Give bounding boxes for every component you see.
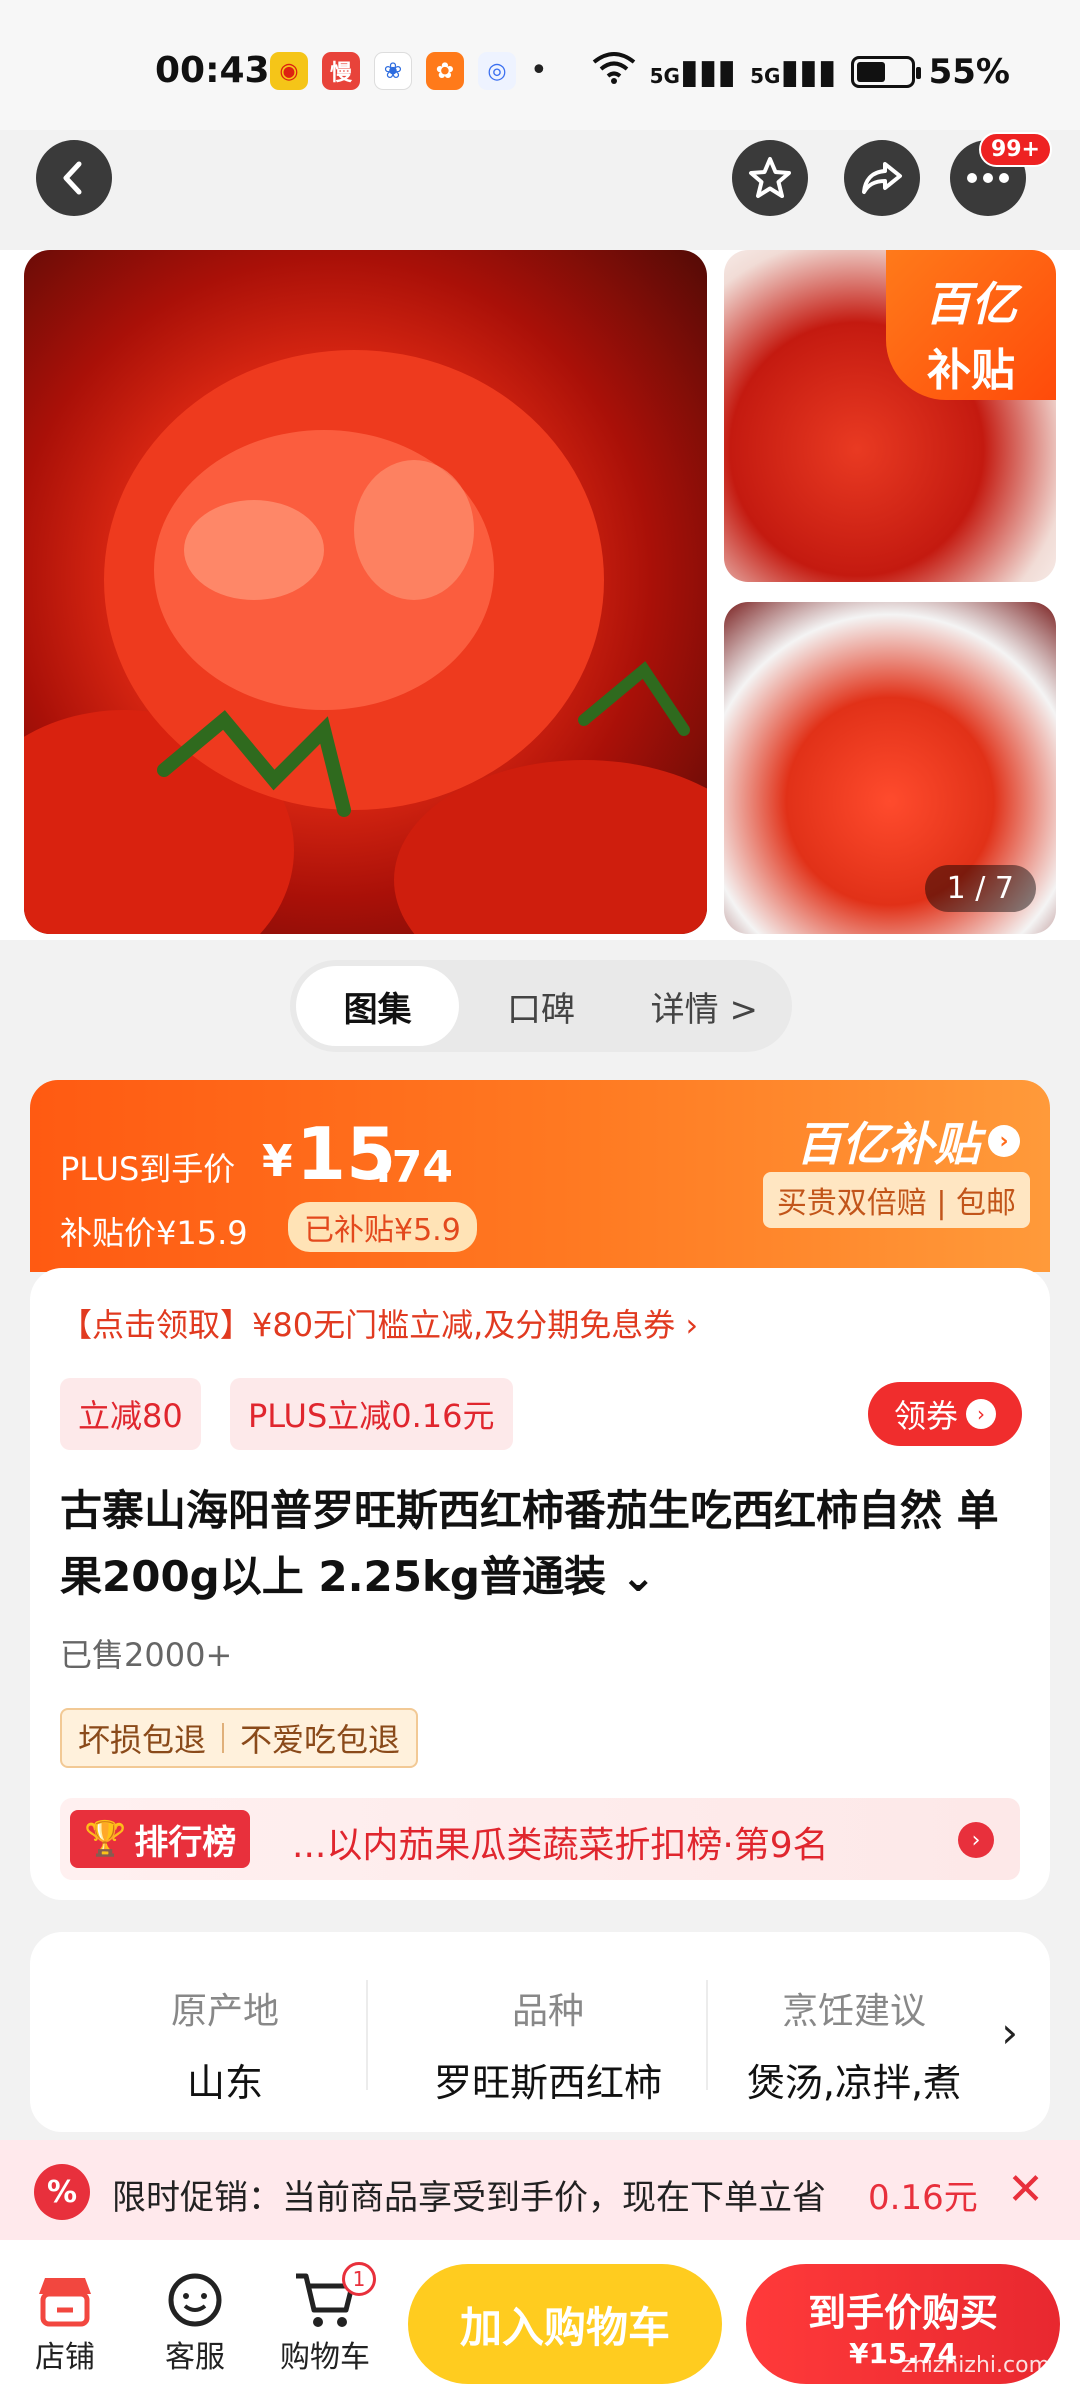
back-button[interactable]	[36, 140, 112, 216]
currency-symbol: ¥	[262, 1136, 293, 1187]
get-coupon-label: 领券	[893, 1397, 958, 1435]
attr-variety-key: 品种	[511, 1991, 584, 2032]
buy-now-button[interactable]: 到手价购买 ¥15.74 zhizhizhi.com	[746, 2264, 1060, 2384]
chevron-right-icon: ›	[988, 1125, 1020, 1157]
cart-icon: 1	[270, 2262, 380, 2332]
billion-subsidy-logo: 百亿补贴	[796, 1117, 980, 1171]
store-icon	[10, 2268, 120, 2332]
slow-app-icon: 慢	[322, 52, 360, 90]
signal-5g-icon: 5G▮▮▮	[649, 51, 737, 92]
subsidy-price: 补贴价¥15.9	[60, 1214, 248, 1252]
more-button[interactable]: 99+	[950, 132, 1052, 216]
attr-cooking: 烹饪建议 煲汤,凉拌,煮	[730, 1982, 978, 2107]
plus-price-decimal: .74	[375, 1142, 453, 1193]
content-tabs: 图集 口碑 详情 >	[290, 960, 792, 1052]
chevron-left-icon	[63, 161, 82, 195]
divider	[366, 1980, 368, 2090]
discount-chip: 立减80	[60, 1378, 201, 1450]
notification-badge: 99+	[978, 132, 1052, 167]
claim-coupon-link[interactable]: 【点击领取】¥80无门槛立减,及分期免息券 ›	[60, 1300, 698, 1346]
chevron-right-icon: ›	[958, 1822, 994, 1858]
shop-label: 店铺	[35, 2340, 95, 2375]
tab-reviews[interactable]: 口碑	[459, 966, 622, 1046]
attr-origin-value: 山东	[186, 2061, 263, 2105]
wifi-icon	[592, 50, 636, 93]
image-counter: 1 / 7	[924, 865, 1036, 912]
bottom-action-bar: 店铺 客服 1 购物车 加入购物车 到手价购买 ¥15.74 zhizhizhi…	[0, 2240, 1080, 2400]
attr-variety: 品种 罗旺斯西红柿	[398, 1982, 698, 2107]
ranking-text: ...以内茄果瓜类蔬菜折扣榜·第9名	[292, 1825, 829, 1866]
promo-text: 限时促销：当前商品享受到手价，现在下单立省	[112, 2178, 826, 2218]
divider	[706, 1980, 708, 2090]
limited-promo-bar: % 限时促销：当前商品享受到手价，现在下单立省 0.16元 ✕	[0, 2140, 1080, 2240]
product-main-image[interactable]	[24, 250, 707, 934]
attr-origin-key: 原产地	[170, 1991, 279, 2032]
status-time: 00:43	[155, 50, 270, 91]
tab-details[interactable]: 详情 >	[623, 966, 786, 1046]
price-banner: PLUS到手价 ¥ 15 .74 补贴价¥15.9 已补贴¥5.9 百亿补贴 ›…	[30, 1080, 1050, 1272]
share-icon	[862, 162, 902, 194]
close-icon[interactable]: ✕	[1007, 2164, 1044, 2215]
attr-cooking-key: 烹饪建议	[781, 1991, 926, 2032]
top-nav: 99+	[0, 132, 1080, 230]
attr-variety-value: 罗旺斯西红柿	[433, 2061, 662, 2105]
status-app-icons: ◉ 慢 ❀ ✿ ◎ •	[270, 52, 548, 90]
billion-subsidy-link[interactable]: 百亿补贴 ›	[796, 1108, 1020, 1174]
star-icon	[749, 157, 791, 198]
sold-count: 已售2000+	[60, 1636, 233, 1674]
product-attributes[interactable]: 原产地 山东 品种 罗旺斯西红柿 烹饪建议 煲汤,凉拌,煮 ›	[30, 1932, 1050, 2132]
chevron-right-icon: ›	[966, 1399, 996, 1429]
damage-refund-label: 坏损包退	[78, 1721, 207, 1759]
buy-now-label: 到手价购买	[807, 2291, 998, 2335]
ranking-tag-label: 排行榜	[134, 1822, 237, 1863]
add-to-cart-button[interactable]: 加入购物车	[408, 2264, 722, 2384]
status-bar: 00:43 ◉ 慢 ❀ ✿ ◎ • 5G▮▮▮ 5G▮▮▮ 55%	[0, 0, 1080, 130]
service-guarantees[interactable]: 坏损包退 不爱吃包退	[60, 1708, 419, 1768]
product-thumb-1[interactable]: 百亿 补贴	[724, 250, 1056, 582]
ranking-tag: 🏆 排行榜	[70, 1810, 251, 1868]
promo-amount: 0.16元	[868, 2178, 978, 2218]
weibo-icon: ◉	[270, 52, 308, 90]
chevron-right-icon: ›	[1001, 2008, 1018, 2057]
ranking-banner[interactable]: 🏆 排行榜 ...以内茄果瓜类蔬菜折扣榜·第9名 ›	[60, 1798, 1020, 1880]
cart-button[interactable]: 1 购物车	[270, 2262, 380, 2376]
subsidized-amount: 已补贴¥5.9	[288, 1202, 477, 1252]
cart-label: 购物车	[280, 2340, 370, 2375]
product-thumb-2[interactable]: 1 / 7	[724, 602, 1056, 934]
battery-icon	[850, 55, 921, 88]
share-button[interactable]	[844, 140, 920, 216]
favorite-button[interactable]	[732, 140, 808, 216]
percent-icon: %	[34, 2164, 90, 2220]
tab-gallery[interactable]: 图集	[296, 966, 460, 1046]
plus-price-label: PLUS到手价	[60, 1150, 236, 1188]
subsidy-guarantee: 买贵双倍赔 | 包邮	[762, 1172, 1030, 1228]
billion-subsidy-badge: 百亿 补贴	[886, 250, 1056, 400]
product-title[interactable]: 古寨山海阳普罗旺斯西红柿番茄生吃西红柿自然 单果200g以上 2.25kg普通装…	[60, 1478, 1040, 1610]
cart-count-badge: 1	[342, 2262, 376, 2296]
smile-chat-icon	[140, 2268, 250, 2332]
customer-service-button[interactable]: 客服	[140, 2268, 250, 2376]
attr-origin: 原产地 山东	[60, 1982, 390, 2107]
shop-button[interactable]: 店铺	[10, 2268, 120, 2376]
product-info-card: 【点击领取】¥80无门槛立减,及分期免息券 › 立减80 PLUS立减0.16元…	[30, 1268, 1050, 1900]
baidu-icon: ❀	[374, 52, 412, 90]
status-right: 5G▮▮▮ 5G▮▮▮ 55%	[592, 50, 1010, 93]
orange-app-icon: ✿	[426, 52, 464, 90]
signal-5g-icon-2: 5G▮▮▮	[750, 51, 837, 92]
attr-cooking-value: 煲汤,凉拌,煮	[746, 2061, 962, 2105]
more-notifications-dot: •	[530, 53, 548, 88]
battery-level: 55%	[928, 51, 1010, 92]
plus-discount-chip: PLUS立减0.16元	[230, 1378, 513, 1450]
search-app-icon: ◎	[478, 52, 516, 90]
get-coupon-button[interactable]: 领券 ›	[868, 1382, 1022, 1446]
service-label: 客服	[165, 2340, 225, 2375]
dislike-refund-label: 不爱吃包退	[240, 1721, 401, 1759]
watermark: zhizhizhi.com	[901, 2353, 1050, 2378]
tomato-illustration	[24, 350, 707, 934]
product-gallery: 百亿 补贴 1 / 7	[0, 250, 1080, 940]
trophy-icon: 🏆	[84, 1819, 127, 1859]
more-dots-icon	[967, 173, 1009, 183]
